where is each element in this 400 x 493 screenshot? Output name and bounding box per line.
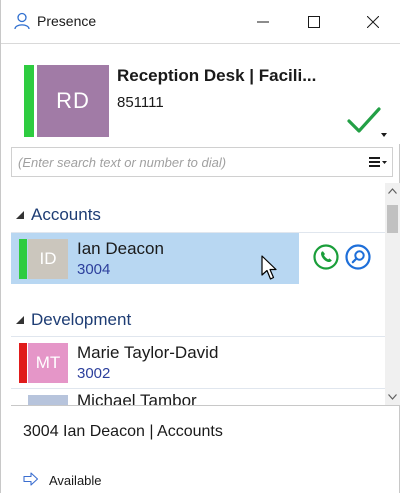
divider (11, 405, 400, 406)
contact-name: Marie Taylor-David (77, 343, 219, 362)
chevron-up-icon (388, 188, 397, 194)
maximize-icon (308, 15, 320, 28)
close-icon (367, 15, 379, 28)
chevron-down-icon (381, 133, 387, 137)
contact-row[interactable]: ID Ian Deacon 3004 (11, 232, 385, 285)
minimize-icon (257, 21, 269, 22)
search-contact-button[interactable] (344, 243, 372, 276)
phone-icon (313, 243, 339, 270)
current-user-panel: RD Reception Desk | Facili... 851111 (1, 44, 400, 144)
arrow-right-icon (23, 472, 39, 489)
contact-avatar: MT (28, 343, 68, 383)
user-avatar: RD (37, 65, 109, 137)
window-title: Presence (37, 13, 97, 29)
checkmark-icon (347, 107, 381, 133)
search-box (11, 147, 393, 177)
presence-window: Presence RD Reception Desk | Facili... 8… (0, 0, 400, 493)
hamburger-menu-icon (369, 157, 387, 167)
contact-name: Michael Tambor (77, 391, 197, 405)
contact-status-bar (19, 239, 27, 279)
group-label: Development (31, 310, 132, 329)
user-name: Reception Desk | Facili... (117, 66, 317, 85)
group-label: Accounts (31, 205, 101, 224)
expand-triangle-icon (13, 313, 27, 327)
expand-triangle-icon (13, 208, 27, 222)
group-header-accounts[interactable]: Accounts (11, 200, 385, 230)
call-button[interactable] (312, 243, 340, 276)
contact-extension: 3002 (77, 365, 111, 382)
group-header-development[interactable]: Development (11, 305, 385, 335)
search-input[interactable] (12, 148, 362, 176)
contact-actions (299, 233, 385, 285)
maximize-button[interactable] (291, 0, 337, 43)
footer-status[interactable]: Available (23, 472, 102, 489)
search-menu-button[interactable] (364, 148, 392, 176)
contact-row[interactable]: MT Marie Taylor-David 3002 (11, 336, 385, 388)
contact-status-bar (19, 343, 27, 383)
user-extension: 851111 (117, 94, 164, 111)
status-selector-button[interactable] (346, 106, 382, 136)
close-button[interactable] (350, 0, 396, 43)
contact-row[interactable]: Michael Tambor (11, 388, 385, 405)
scroll-down-button[interactable] (385, 389, 400, 405)
magnifier-icon (345, 243, 371, 270)
user-status-bar (24, 65, 34, 137)
mouse-cursor-icon (261, 255, 277, 280)
chevron-down-icon (388, 394, 397, 400)
minimize-button[interactable] (240, 0, 286, 43)
title-bar: Presence (1, 0, 400, 43)
contact-avatar: ID (28, 239, 68, 279)
contact-list: Accounts ID Ian Deacon 3004 Development … (11, 183, 385, 405)
status-label: Available (49, 473, 102, 488)
list-scrollbar[interactable] (385, 183, 400, 405)
selected-contact-details: 3004 Ian Deacon | Accounts (23, 423, 223, 440)
scroll-thumb[interactable] (387, 205, 398, 233)
scroll-up-button[interactable] (385, 183, 400, 199)
person-icon (13, 12, 31, 30)
contact-name: Ian Deacon (77, 239, 164, 258)
contact-avatar (28, 395, 68, 405)
contact-extension: 3004 (77, 261, 111, 278)
